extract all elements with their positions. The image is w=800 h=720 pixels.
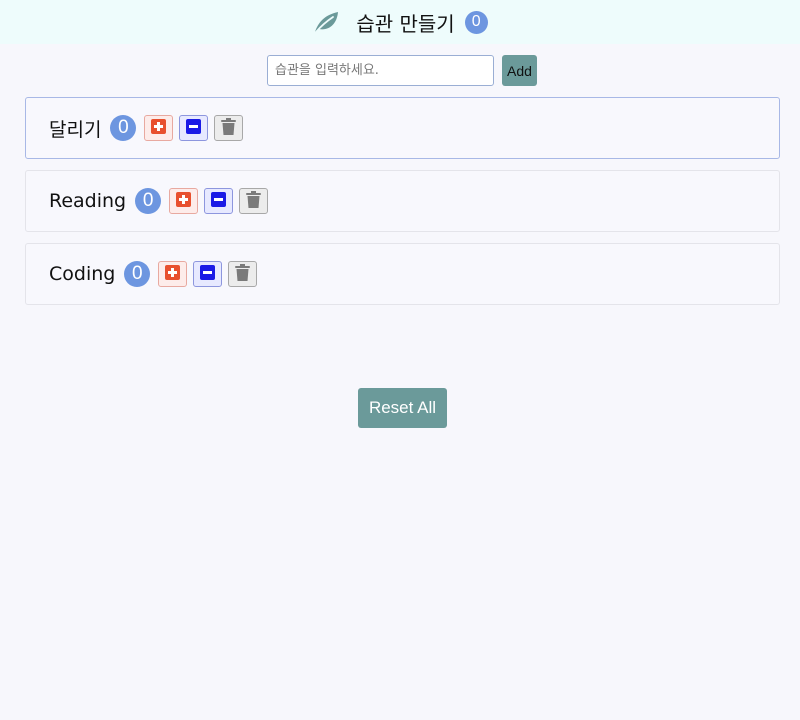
navbar-content: 습관 만들기 0	[312, 8, 488, 37]
trash-icon	[221, 118, 237, 138]
trash-icon	[235, 264, 251, 284]
minus-square-icon	[211, 192, 227, 210]
increase-button[interactable]	[144, 115, 174, 141]
reset-all-button[interactable]: Reset All	[358, 388, 447, 428]
leaf-icon	[312, 10, 340, 34]
decrease-button[interactable]	[204, 188, 234, 214]
minus-square-icon	[186, 119, 202, 137]
active-count-badge: 0	[464, 10, 488, 34]
delete-button[interactable]	[214, 115, 244, 141]
add-button[interactable]: Add	[502, 55, 537, 86]
plus-square-icon	[151, 119, 167, 137]
minus-square-icon	[200, 265, 216, 283]
plus-square-icon	[165, 265, 181, 283]
decrease-button[interactable]	[193, 261, 223, 287]
navbar: 습관 만들기 0	[0, 0, 800, 44]
decrease-button[interactable]	[179, 115, 209, 141]
habit-name: Coding	[49, 263, 116, 285]
habit-name: 달리기	[49, 118, 102, 141]
habit-item: Coding 0	[25, 243, 780, 305]
habit-item: 달리기 0	[25, 97, 780, 159]
add-habit-form: Add	[267, 55, 537, 86]
trash-icon	[246, 191, 262, 211]
delete-button[interactable]	[239, 188, 269, 214]
habit-count-badge: 0	[135, 188, 162, 214]
habit-item: Reading 0	[25, 170, 780, 232]
increase-button[interactable]	[169, 188, 199, 214]
habit-count-badge: 0	[110, 115, 137, 141]
delete-button[interactable]	[228, 261, 258, 287]
app-title: 습관 만들기	[356, 11, 455, 36]
habit-input[interactable]	[267, 55, 494, 86]
habit-name: Reading	[49, 190, 127, 212]
increase-button[interactable]	[158, 261, 188, 287]
habit-list: 달리기 0 Reading 0 Coding 0	[25, 97, 780, 316]
plus-square-icon	[176, 192, 192, 210]
habit-count-badge: 0	[124, 261, 151, 287]
